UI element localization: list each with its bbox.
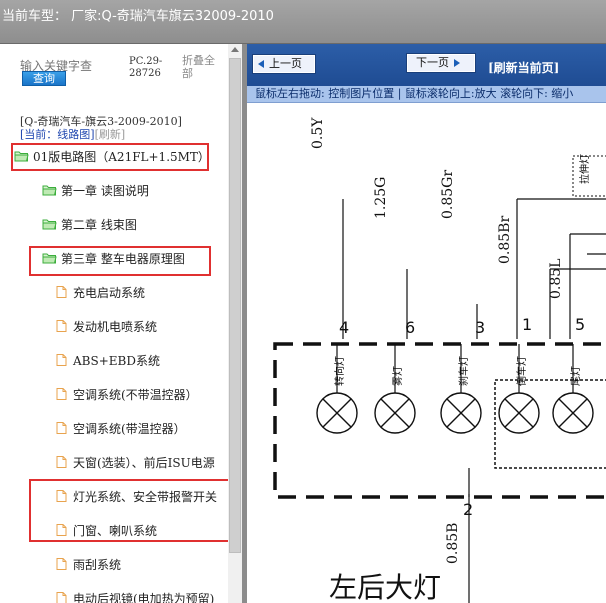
title-bar: 当前车型： 厂家:Q-奇瑞汽车旗云32009-2010 [0,0,606,44]
pin-number: 2 [463,500,473,519]
folder-open-icon [14,150,33,162]
next-page-button[interactable]: 下一页 [406,53,476,73]
tree-item[interactable]: 第二章 线束图 [42,214,137,234]
wire-gauge-label: 0.85Gr [440,170,456,219]
document-icon [54,286,73,298]
document-icon [54,524,73,536]
document-icon [54,490,73,502]
pin-number: 1 [522,315,532,334]
collapse-all-link[interactable]: 折叠全部 [182,54,222,80]
prev-page-button[interactable]: 上一页 [252,54,316,74]
tree-item[interactable]: 天窗(选装）、前后ISU电源 [54,452,215,472]
tree-item[interactable]: 01版电路图（A21FL+1.5MT） [14,146,210,166]
tree-item[interactable]: 第三章 整车电器原理图 [42,248,185,268]
lamp-housing-outline [273,342,606,499]
tree-item-label: 电动后视镜(电加热为预留) [73,591,215,603]
arrow-left-icon [258,60,264,68]
document-icon [54,388,73,400]
tree-item-label: 灯光系统、安全带报警开关 [73,489,218,504]
folder-open-icon [42,184,61,196]
diagram-side-box-label: 拉伸灯 [578,154,591,184]
tree-item-label: 01版电路图（A21FL+1.5MT） [33,149,210,164]
tree-item[interactable]: 空调系统(带温控器） [54,418,186,438]
pin-number: 5 [575,315,585,334]
document-icon [54,558,73,570]
viewer-hint: 鼠标左右拖动: 控制图片位置 | 鼠标滚轮向上:放大 滚轮向下: 缩小 [247,86,606,103]
document-icon [54,456,73,468]
tree-item[interactable]: 充电启动系统 [54,282,145,302]
tree-item[interactable]: 雨刮系统 [54,554,121,574]
tree-item[interactable]: 空调系统(不带温控器） [54,384,198,404]
wire-gauge-label: 0.85Br [497,216,513,264]
document-icon [54,354,73,366]
lamp-bulb-icon [374,344,416,434]
wire-gauge-label: 0.5Y [310,117,326,149]
tree-item[interactable]: 电动后视镜(电加热为预留) [54,588,214,603]
lamp-label: 倒车灯 [515,356,528,386]
tree-item-label: 空调系统(不带温控器） [73,387,198,402]
document-icon [54,320,73,332]
wire-gauge-label: 0.85B [445,523,461,564]
tree-item[interactable]: 第一章 读图说明 [42,180,149,200]
app-window: 当前车型： 厂家:Q-奇瑞汽车旗云32009-2010 查询 PC.29-287… [0,0,606,603]
search-button[interactable]: 查询 [22,71,66,86]
breadcrumb-path: [Q-奇瑞汽车-旗云3-2009-2010] [20,115,182,128]
wiring-diagram[interactable]: 拉伸灯 转向灯 雾灯 刹车灯 倒车灯 尾灯 0.5Y 1.25G 0.85Gr 0.85Br 0… [247,104,606,603]
arrow-right-icon [454,59,460,67]
vehicle-title: 当前车型： 厂家:Q-奇瑞汽车旗云32009-2010 [2,9,274,24]
breadcrumb-refresh-link[interactable]: [刷新] [95,128,126,141]
pin-number: 4 [339,318,349,337]
tree-item-label: 第二章 线束图 [61,217,137,232]
lamp-bulb-icon [552,344,594,434]
tree-item-label: ABS+EBD系统 [73,353,160,368]
wire-gauge-label: 0.85L [548,259,564,299]
breadcrumb: [Q-奇瑞汽车-旗云3-2009-2010] [当前：线路图][刷新] [20,115,182,141]
document-icon [54,422,73,434]
tree-item[interactable]: ABS+EBD系统 [54,350,160,370]
viewer-toolbar: 上一页 下一页 [刷新当前页] [247,44,606,86]
tree-item-label: 充电启动系统 [73,285,146,300]
tree-item[interactable]: 门窗、喇叭系统 [54,520,157,540]
lamp-label: 尾灯 [570,366,582,386]
tree-item-label: 发动机电喷系统 [73,319,158,334]
scrollbar-thumb[interactable] [229,58,241,553]
folder-open-icon [42,218,61,230]
wire-gauge-label: 1.25G [373,177,389,219]
next-page-label: 下一页 [416,56,449,69]
sidebar-scrollbar[interactable] [228,44,242,603]
lamp-label: 转向灯 [333,356,346,386]
pin-number: 3 [475,318,485,337]
diagram-viewer: 上一页 下一页 [刷新当前页] 鼠标左右拖动: 控制图片位置 | 鼠标滚轮向上:… [247,44,606,603]
sidebar: 查询 PC.29-28726 折叠全部 [Q-奇瑞汽车-旗云3-2009-201… [0,44,244,603]
document-icon [54,592,73,603]
diagram-title: 左后大灯 [329,571,441,603]
tree-item-label: 雨刮系统 [73,557,122,572]
breadcrumb-current: [当前：线路图] [20,128,95,141]
lamp-symbols: 转向灯 雾灯 刹车灯 倒车灯 尾灯 [316,344,594,497]
tree-item[interactable]: 灯光系统、安全带报警开关 [54,486,217,506]
prev-page-label: 上一页 [269,57,302,70]
tree-item-label: 第一章 读图说明 [61,183,149,198]
pin-number: 6 [405,318,415,337]
lamp-label: 雾灯 [392,366,404,386]
scroll-up-arrow-icon[interactable] [231,47,239,52]
tree-item[interactable]: 发动机电喷系统 [54,316,157,336]
folder-open-icon [42,252,61,264]
tree-item-label: 天窗(选装）、前后ISU电源 [73,455,215,470]
lamp-label: 刹车灯 [457,356,470,386]
model-code: PC.29-28726 [129,56,163,79]
tree-item-label: 第三章 整车电器原理图 [61,251,185,266]
tree-item-label: 空调系统(带温控器） [73,421,186,436]
refresh-page-link[interactable]: [刷新当前页] [488,59,559,76]
tree-item-label: 门窗、喇叭系统 [73,523,158,538]
